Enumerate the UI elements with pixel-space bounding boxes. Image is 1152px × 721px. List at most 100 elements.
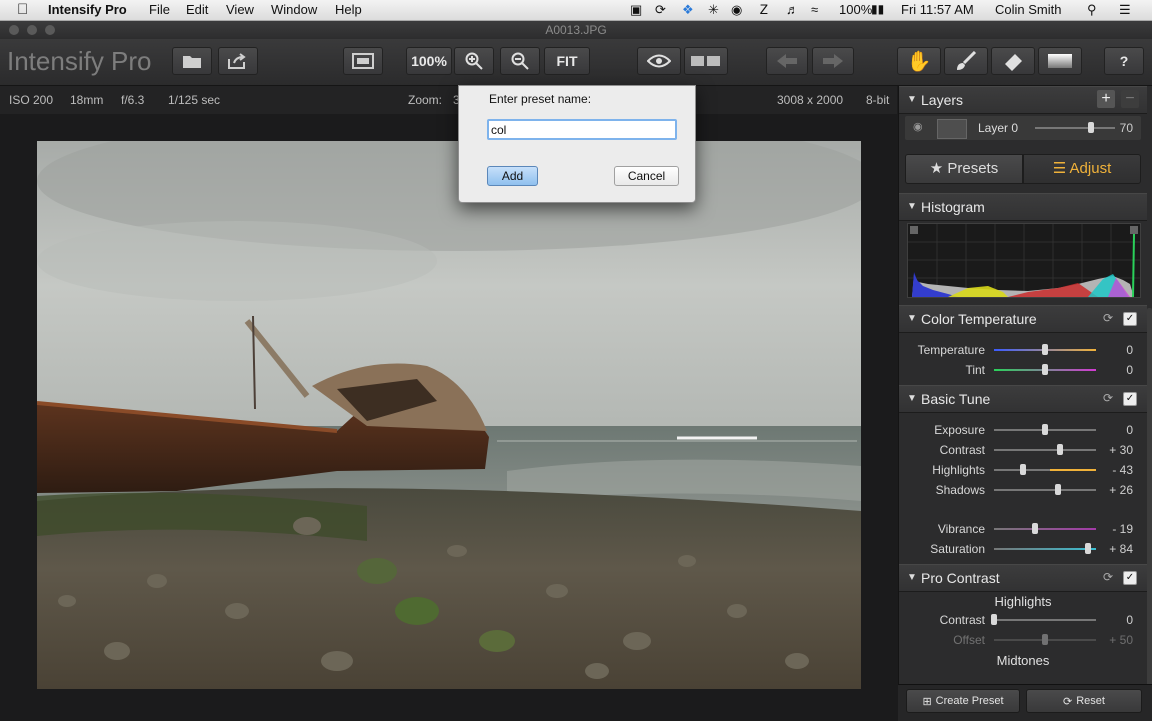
help-button[interactable]: ?	[1104, 47, 1144, 75]
slider-row-tint[interactable]: Tint 0	[899, 360, 1147, 380]
split-view-icon	[691, 56, 720, 66]
collapse-triangle-icon[interactable]: ▼	[907, 313, 917, 324]
menu-window[interactable]: Window	[271, 2, 317, 17]
slider-track[interactable]	[994, 489, 1096, 491]
brightness-icon[interactable]: ✳	[708, 2, 719, 18]
histogram-header[interactable]: ▼ Histogram	[899, 193, 1147, 221]
screen-record-icon[interactable]: ▣	[630, 2, 642, 18]
reset-section-icon[interactable]: ⟳	[1103, 570, 1113, 584]
notification-center-icon[interactable]: ☰	[1119, 2, 1131, 18]
menu-file[interactable]: File	[149, 2, 170, 17]
slider-knob[interactable]	[1042, 424, 1048, 435]
battery-percent[interactable]: 100%	[839, 2, 872, 17]
tab-presets[interactable]: ★ Presets	[905, 154, 1023, 184]
slider-row-exposure[interactable]: Exposure 0	[899, 420, 1147, 440]
add-button[interactable]: Add	[487, 166, 538, 186]
slider-knob[interactable]	[1055, 484, 1062, 495]
redo-button[interactable]	[812, 47, 854, 75]
wifi-icon[interactable]: ≈	[811, 2, 818, 17]
dropbox-icon[interactable]: ❖	[682, 2, 694, 18]
panel-scrollbar[interactable]	[1147, 308, 1152, 718]
fit-button[interactable]: FIT	[544, 47, 590, 75]
reset-section-icon[interactable]: ⟳	[1103, 391, 1113, 405]
photo-canvas[interactable]	[37, 141, 861, 689]
cancel-button[interactable]: Cancel	[614, 166, 679, 186]
slider-row-shadows[interactable]: Shadows + 26	[899, 480, 1147, 500]
pc-offset-slider-row[interactable]: Offset + 50	[899, 630, 1147, 650]
volume-icon[interactable]: ♬	[786, 2, 799, 17]
enable-section-checkbox[interactable]: ✓	[1123, 392, 1137, 406]
pro-contrast-header[interactable]: ▼ Pro Contrast ⟳ ✓	[899, 564, 1147, 592]
open-file-button[interactable]	[172, 47, 212, 75]
zoom-out-button[interactable]	[500, 47, 540, 75]
slider-knob[interactable]	[1042, 344, 1048, 355]
split-view-button[interactable]	[684, 47, 728, 75]
zoom-in-button[interactable]	[454, 47, 494, 75]
layer-row[interactable]: ◉ Layer 0 70	[905, 116, 1141, 140]
brush-tool-button[interactable]	[944, 47, 988, 75]
slider-row-saturation[interactable]: Saturation + 84	[899, 539, 1147, 559]
collapse-triangle-icon[interactable]: ▼	[907, 201, 917, 212]
slider-track[interactable]	[994, 528, 1096, 530]
reset-section-icon[interactable]: ⟳	[1103, 311, 1113, 325]
slider-knob[interactable]	[1084, 543, 1091, 554]
menu-help[interactable]: Help	[335, 2, 362, 17]
menu-edit[interactable]: Edit	[186, 2, 208, 17]
slider-track[interactable]	[994, 469, 1096, 471]
preview-toggle-button[interactable]	[637, 47, 681, 75]
slider-row-temperature[interactable]: Temperature 0	[899, 340, 1147, 360]
reset-button[interactable]: ⟳ Reset	[1026, 689, 1142, 713]
slider-row-vibrance[interactable]: Vibrance - 19	[899, 519, 1147, 539]
user-name[interactable]: Colin Smith	[995, 2, 1061, 17]
app-status-icon[interactable]: ◉	[731, 2, 742, 18]
screen-icon	[352, 53, 374, 69]
preset-name-input[interactable]	[487, 119, 677, 140]
hand-tool-button[interactable]: ✋	[897, 47, 941, 75]
eraser-tool-button[interactable]	[991, 47, 1035, 75]
menu-app-name[interactable]: Intensify Pro	[48, 2, 127, 17]
collapse-triangle-icon[interactable]: ▼	[907, 393, 917, 404]
slider-track[interactable]	[994, 449, 1096, 451]
pc-contrast-slider-row[interactable]: Contrast 0	[899, 610, 1147, 630]
layers-header[interactable]: ▼ Layers + −	[899, 86, 1147, 114]
slider-track[interactable]	[994, 548, 1096, 550]
color-temperature-header[interactable]: ▼ Color Temperature ⟳ ✓	[899, 305, 1147, 333]
slider-knob[interactable]	[1057, 444, 1064, 455]
add-layer-button[interactable]: +	[1097, 90, 1115, 108]
sync-icon[interactable]: ⟳	[655, 2, 666, 18]
slider-row-highlights[interactable]: Highlights - 43	[899, 460, 1147, 480]
shadow-clip-indicator[interactable]	[910, 226, 918, 234]
layer-opacity-slider[interactable]	[1035, 127, 1115, 129]
undo-button[interactable]	[766, 47, 808, 75]
slider-knob[interactable]	[1020, 464, 1027, 475]
tab-adjust[interactable]: ☰ Adjust	[1023, 154, 1141, 184]
pc-contrast-knob[interactable]	[991, 614, 997, 625]
layer-opacity-knob[interactable]	[1088, 122, 1094, 133]
color-temperature-title: Color Temperature	[921, 311, 1037, 327]
apple-icon[interactable]: 	[17, 1, 28, 18]
share-button[interactable]	[218, 47, 258, 75]
clock[interactable]: Fri 11:57 AM	[901, 2, 974, 17]
battery-icon[interactable]: ▮▮	[871, 2, 884, 16]
enable-section-checkbox[interactable]: ✓	[1123, 312, 1137, 326]
spotlight-icon[interactable]: ⚲	[1087, 2, 1097, 18]
menu-view[interactable]: View	[226, 2, 254, 17]
slider-knob[interactable]	[1042, 364, 1048, 375]
pc-offset-knob[interactable]	[1042, 634, 1048, 645]
enable-section-checkbox[interactable]: ✓	[1123, 571, 1137, 585]
basic-tune-header[interactable]: ▼ Basic Tune ⟳ ✓	[899, 385, 1147, 413]
full-screen-button[interactable]	[343, 47, 383, 75]
slider-knob[interactable]	[1032, 523, 1039, 534]
slider-row-contrast[interactable]: Contrast + 30	[899, 440, 1147, 460]
create-preset-button[interactable]: ⊞ Create Preset	[906, 689, 1020, 713]
pc-contrast-track[interactable]	[994, 619, 1096, 621]
layer-visibility-eye-icon[interactable]: ◉	[913, 120, 923, 133]
collapse-triangle-icon[interactable]: ▼	[907, 94, 917, 105]
collapse-triangle-icon[interactable]: ▼	[907, 572, 917, 583]
remove-layer-button[interactable]: −	[1121, 90, 1139, 108]
highlight-clip-indicator[interactable]	[1130, 226, 1138, 234]
zoom-100-button[interactable]: 100%	[406, 47, 452, 75]
bit-depth: 8-bit	[866, 93, 890, 107]
gradient-tool-button[interactable]	[1038, 47, 1082, 75]
bluetooth-icon[interactable]: Ꮓ	[760, 2, 768, 18]
